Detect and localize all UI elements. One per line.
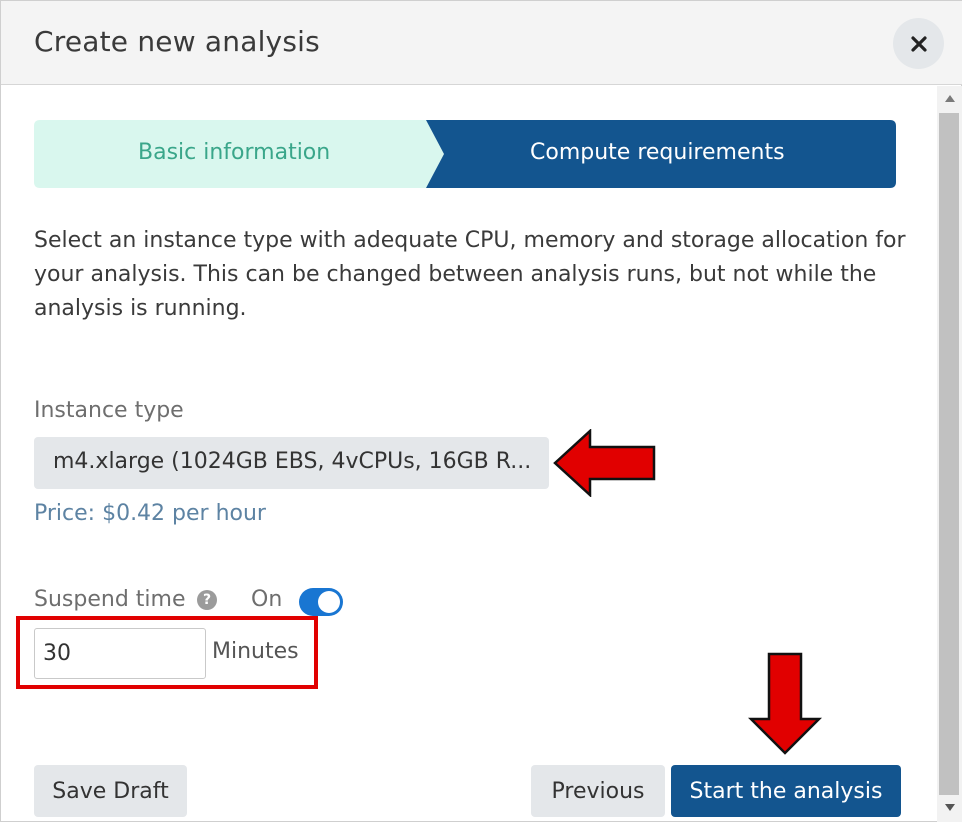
scroll-thumb[interactable]: [939, 113, 959, 795]
suspend-toggle[interactable]: [299, 588, 343, 616]
suspend-time-label: Suspend time: [34, 587, 186, 612]
triangle-down-icon: [945, 803, 955, 811]
toggle-knob: [318, 591, 340, 613]
triangle-up-icon: [945, 94, 955, 102]
annotation-arrow-down-icon: [748, 652, 822, 755]
instance-description: Select an instance type with adequate CP…: [34, 224, 914, 326]
wizard-steps: Basic information Compute requirements: [34, 120, 896, 188]
start-analysis-button[interactable]: Start the analysis: [671, 765, 901, 817]
create-analysis-dialog: Create new analysis Basic information Co…: [0, 0, 962, 822]
scroll-down-button[interactable]: [937, 798, 962, 816]
save-draft-button[interactable]: Save Draft: [34, 765, 187, 817]
previous-button[interactable]: Previous: [531, 765, 665, 817]
dialog-title: Create new analysis: [34, 25, 320, 58]
instance-type-select[interactable]: m4.xlarge (1024GB EBS, 4vCPUs, 16GB R...: [34, 437, 549, 489]
scroll-up-button[interactable]: [937, 89, 962, 107]
step-compute-requirements[interactable]: Compute requirements: [530, 140, 785, 165]
instance-type-label: Instance type: [34, 398, 184, 423]
dialog-header: Create new analysis: [1, 1, 962, 85]
annotation-highlight-box: [16, 616, 318, 689]
suspend-toggle-label: On: [251, 587, 283, 612]
description-line-1: Select an instance type with adequate CP…: [34, 228, 906, 253]
step-basic-information[interactable]: Basic information: [138, 140, 330, 165]
close-button[interactable]: [893, 18, 944, 69]
annotation-arrow-left-icon: [553, 429, 656, 497]
price-text: Price: $0.42 per hour: [34, 501, 266, 526]
description-line-2: your analysis. This can be changed betwe…: [34, 262, 877, 321]
close-icon: [910, 35, 927, 52]
help-icon[interactable]: ?: [197, 590, 217, 610]
vertical-scrollbar[interactable]: [937, 86, 962, 822]
